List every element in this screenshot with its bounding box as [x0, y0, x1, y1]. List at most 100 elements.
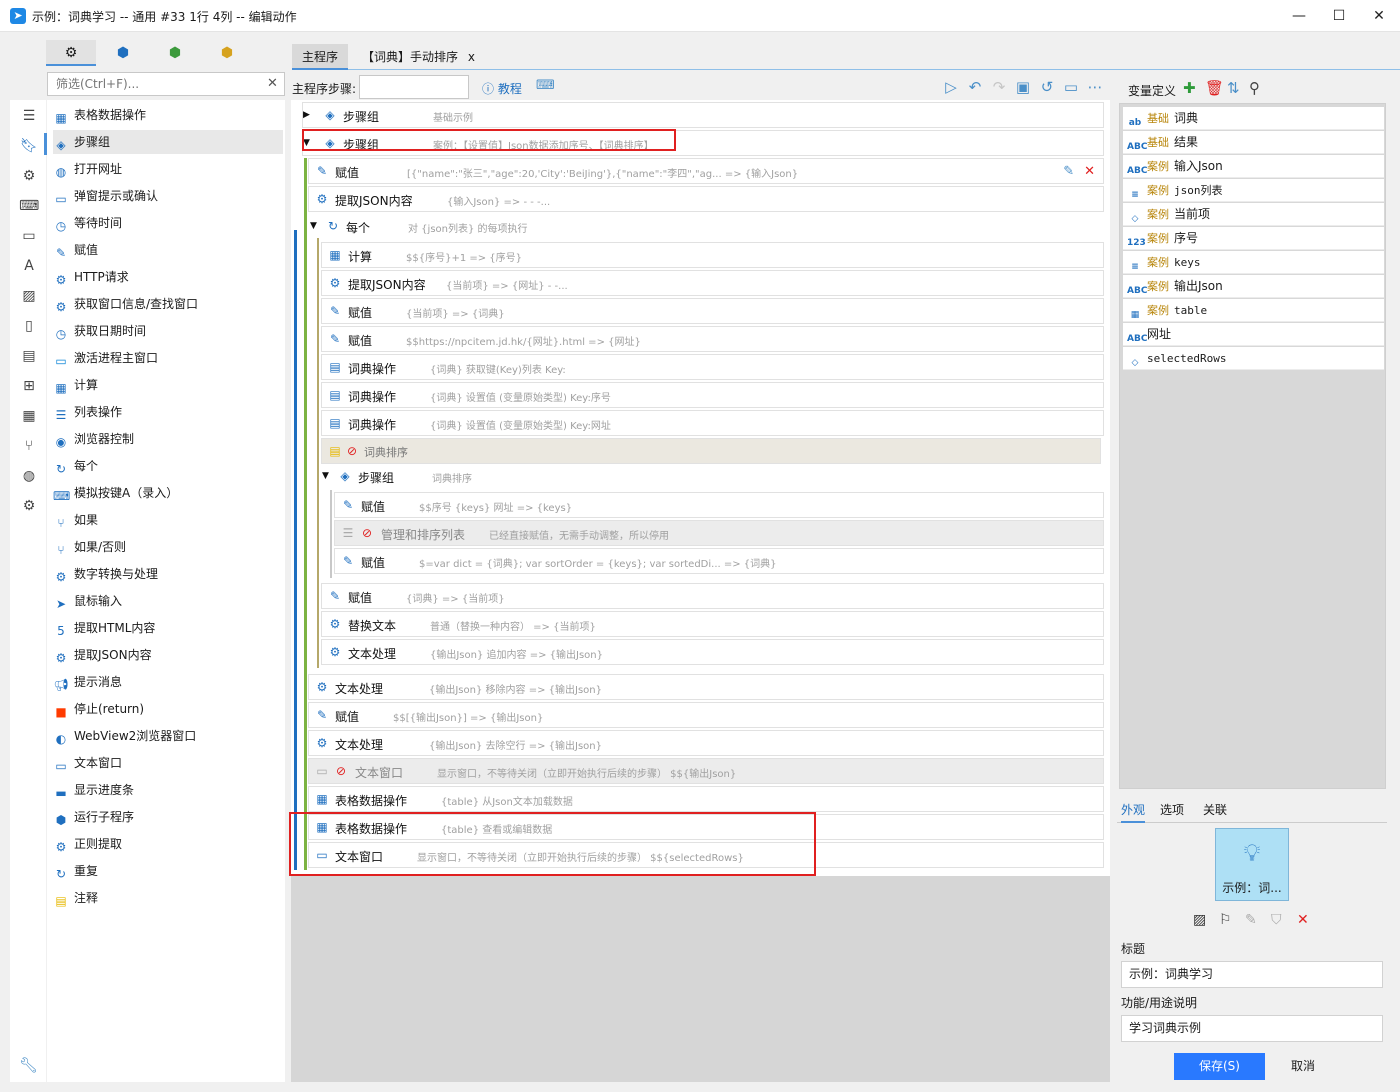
variable-item[interactable]: 123案例 序号	[1123, 227, 1384, 250]
activity-item[interactable]: ⚙ 数字转换与处理	[53, 562, 283, 586]
variable-item[interactable]: ▦ 案例 table	[1123, 299, 1384, 322]
activity-item[interactable]: ✎ 赋值	[53, 238, 283, 262]
gears-icon[interactable]: ⚙	[19, 496, 39, 516]
wrench-icon[interactable]: 🔧︎	[19, 1056, 38, 1074]
collapse-arrow-icon[interactable]: ▶	[303, 110, 310, 120]
steps-input[interactable]	[359, 75, 469, 99]
menu-icon[interactable]: ☰	[19, 106, 39, 126]
variable-item[interactable]: ◇ selectedRows	[1123, 347, 1384, 370]
delete-variable-icon[interactable]: 🗑︎	[1205, 79, 1224, 97]
tab-options[interactable]: 选项	[1160, 801, 1184, 823]
grid-icon[interactable]: ▦	[19, 406, 39, 426]
activity-item[interactable]: ⚙ 正则提取	[53, 832, 283, 856]
orange-cubes-icon[interactable]: ⬢	[202, 40, 252, 66]
step-row[interactable]: ⚙ 文本处理 {输出Json} 追加内容 => {输出Json}	[321, 639, 1104, 665]
cancel-button[interactable]: 取消	[1272, 1053, 1334, 1080]
step-row[interactable]: ⚙ 替换文本 普通（替换一种内容） => {当前项}	[321, 611, 1104, 637]
step-row[interactable]: ✎ 赋值 $$[{输出Json}] => {输出Json}	[308, 702, 1104, 728]
activity-item[interactable]: ■ 停止(return)	[53, 697, 283, 721]
step-row[interactable]: ✎ 赋值 {当前项} => {词典}	[321, 298, 1104, 324]
variable-item[interactable]: ABC基础 结果	[1123, 131, 1384, 154]
variable-item[interactable]: ABC案例 输出Json	[1123, 275, 1384, 298]
filter-icon[interactable]: ⚲	[1249, 79, 1260, 97]
tab-appearance[interactable]: 外观	[1121, 801, 1146, 823]
more-icon[interactable]: ⋯	[1085, 77, 1105, 97]
description-input[interactable]: 学习词典示例	[1121, 1015, 1383, 1042]
activity-item[interactable]: ⑂ 如果/否则	[53, 535, 283, 559]
step-row[interactable]: ▶ ◈ 步骤组 基础示例	[302, 102, 1104, 128]
activity-item[interactable]: ↻ 重复	[53, 859, 283, 883]
git-branch-icon[interactable]: ⑂	[19, 436, 39, 456]
font-icon[interactable]: A	[19, 256, 39, 276]
clipboard-icon[interactable]: ▯	[19, 316, 39, 336]
clear-filter-icon[interactable]: ✕	[267, 76, 278, 91]
activity-item[interactable]: ⌨ 模拟按键A（录入）	[53, 481, 283, 505]
activity-item[interactable]: ☰ 列表操作	[53, 400, 283, 424]
image-icon[interactable]: ▨	[19, 286, 39, 306]
activity-item[interactable]: ◷ 等待时间	[53, 211, 283, 235]
variable-item[interactable]: ABC网址	[1123, 323, 1384, 346]
step-row[interactable]: ⚙ 提取JSON内容 {当前项} => {网址} - -...	[321, 270, 1104, 296]
activity-item[interactable]: ⑂ 如果	[53, 508, 283, 532]
step-row[interactable]: ☰ ⊘ 管理和排序列表 已经直接赋值，无需手动调整，所以停用	[334, 520, 1104, 546]
filter-input[interactable]	[47, 72, 285, 96]
bookmark-icon[interactable]: 🔖︎	[19, 136, 39, 156]
keyboard-shortcut-icon[interactable]: ⌨	[536, 78, 555, 93]
tab-main[interactable]: 主程序	[292, 44, 349, 70]
activity-item[interactable]: ▭ 文本窗口	[53, 751, 283, 775]
activity-item[interactable]: ◉ 浏览器控制	[53, 427, 283, 451]
activity-item[interactable]: ◍ 打开网址	[53, 157, 283, 181]
browser-icon[interactable]: ▭	[19, 226, 39, 246]
activity-item[interactable]: ↻ 每个	[53, 454, 283, 478]
step-row[interactable]: ⚙ 提取JSON内容 {输入Json} => - - -...	[308, 186, 1104, 212]
tab-relations[interactable]: 关联	[1203, 801, 1227, 823]
sort-az-icon[interactable]: ⇅	[1227, 79, 1240, 97]
variable-item[interactable]: ABC案例 输入Json	[1123, 155, 1384, 178]
step-row[interactable]: ▤ 词典操作 {词典} 获取键(Key)列表 Key:	[321, 354, 1104, 380]
windows-icon[interactable]: ⊞	[19, 376, 39, 396]
activity-item[interactable]: ◷ 获取日期时间	[53, 319, 283, 343]
step-row[interactable]: ⚙ 文本处理 {输出Json} 去除空行 => {输出Json}	[308, 730, 1104, 756]
activity-item[interactable]: 5 提取HTML内容	[53, 616, 283, 640]
delete-icon[interactable]: ✕	[1297, 912, 1309, 928]
gear-cluster-icon[interactable]: ⚙	[46, 40, 96, 66]
step-row[interactable]: ▤ 词典操作 {词典} 设置值 (变量原始类型) Key:序号	[321, 382, 1104, 408]
shirt-icon[interactable]: ⛉	[1271, 912, 1282, 928]
step-row[interactable]: ✎ 赋值 {词典} => {当前项}	[321, 583, 1104, 609]
variable-item[interactable]: ≡ 案例 json列表	[1123, 179, 1384, 202]
step-row[interactable]: ▼ ◈ 步骤组 词典排序	[322, 464, 1104, 490]
step-row[interactable]: ✎ 赋值 $$序号 {keys} 网址 => {keys}	[334, 492, 1104, 518]
settings-icon[interactable]: ⚙	[19, 166, 39, 186]
eyedropper-icon[interactable]: ✎	[1245, 912, 1257, 928]
activity-item[interactable]: ➤ 鼠标输入	[53, 589, 283, 613]
variable-item[interactable]: ≡ 案例 keys	[1123, 251, 1384, 274]
activity-item[interactable]: ▭ 弹窗提示或确认	[53, 184, 283, 208]
tutorial-link[interactable]: ⓘ 教程	[482, 80, 522, 97]
run-icon[interactable]: ▷	[941, 77, 961, 97]
activity-item[interactable]: ▦ 表格数据操作	[53, 103, 283, 127]
tab-close-icon[interactable]: x	[468, 50, 475, 64]
add-variable-icon[interactable]: ✚	[1183, 79, 1196, 97]
activity-item[interactable]: ▬ 显示进度条	[53, 778, 283, 802]
activity-item[interactable]: 📢︎ 提示消息	[53, 670, 283, 694]
step-row[interactable]: ▭ ⊘ 文本窗口 显示窗口，不等待关闭（立即开始执行后续的步骤） $${输出Json}	[308, 758, 1104, 784]
activity-item[interactable]: ⬢ 运行子程序	[53, 805, 283, 829]
tab-dict-sort[interactable]: 【词典】手动排序 x	[352, 44, 485, 70]
activity-item[interactable]: ⚙ HTTP请求	[53, 265, 283, 289]
close-button[interactable]: ✕	[1369, 6, 1389, 26]
save-icon[interactable]: ▣	[1013, 77, 1033, 97]
green-cubes-icon[interactable]: ⬢	[150, 40, 200, 66]
flag-icon[interactable]: ⚐	[1219, 912, 1232, 928]
redo-icon[interactable]: ↷	[989, 77, 1009, 97]
step-row[interactable]: ✎ 赋值 [{"name":"张三","age":20,'City':'BeiJin…	[308, 158, 1104, 184]
step-row[interactable]: ⚙ 文本处理 {输出Json} 移除内容 => {输出Json}	[308, 674, 1104, 700]
step-row[interactable]: ▤ 词典操作 {词典} 设置值 (变量原始类型) Key:网址	[321, 410, 1104, 436]
minimize-button[interactable]: —	[1289, 6, 1309, 26]
activity-item[interactable]: ▤ 注释	[53, 886, 283, 910]
step-row[interactable]: ✎ 赋值 $=var dict = {词典}; var sortOrder = {k…	[334, 548, 1104, 574]
image-icon[interactable]: ▨	[1193, 912, 1206, 928]
activity-item[interactable]: ◐ WebView2浏览器窗口	[53, 724, 283, 748]
activity-item[interactable]: ▦ 计算	[53, 373, 283, 397]
edit-step-icon[interactable]: ✎	[1063, 164, 1074, 179]
variable-item[interactable]: ◇ 案例 当前项	[1123, 203, 1384, 226]
